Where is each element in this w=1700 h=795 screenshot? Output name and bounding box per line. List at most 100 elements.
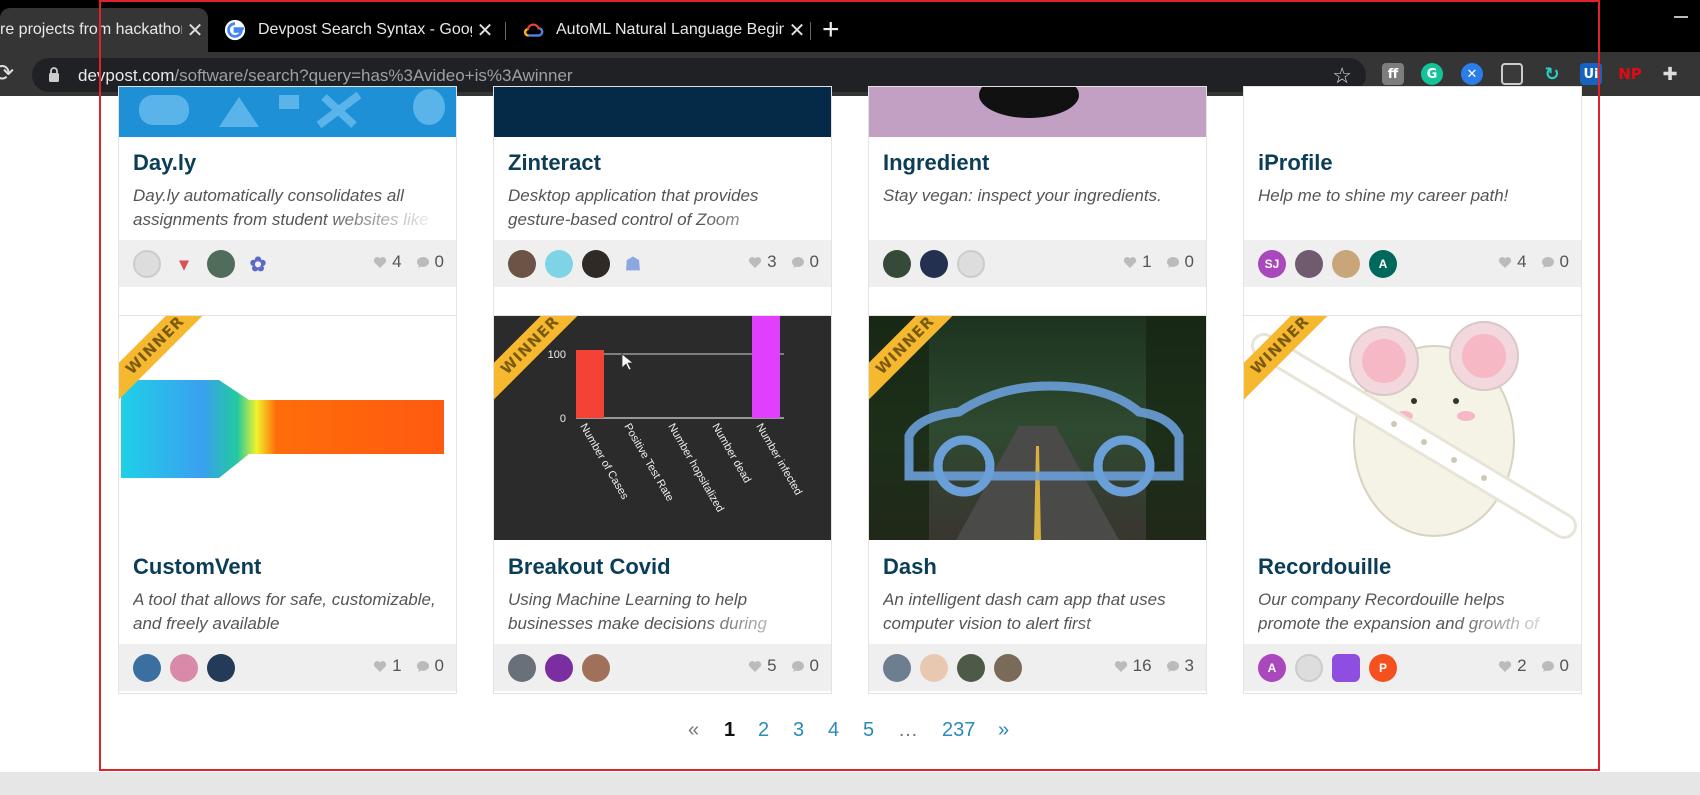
project-thumbnail[interactable]: [119, 87, 456, 137]
project-title[interactable]: iProfile: [1258, 150, 1333, 176]
avatar[interactable]: [582, 654, 610, 682]
airflow-simulation-image: [121, 380, 444, 478]
comment-icon: [791, 256, 804, 268]
close-icon[interactable]: ✕: [784, 18, 810, 43]
url-text[interactable]: devpost.com/software/search?query=has%3A…: [78, 66, 573, 86]
avatar[interactable]: [582, 250, 610, 278]
project-thumbnail[interactable]: [1244, 87, 1581, 137]
avatar[interactable]: [1295, 250, 1323, 278]
avatar[interactable]: [133, 250, 161, 278]
project-title[interactable]: Zinteract: [508, 150, 601, 176]
team-avatars: A P: [1258, 654, 1406, 682]
project-card[interactable]: WINNER Dash An intelligent dash cam app …: [868, 315, 1207, 694]
tab-automl[interactable]: AutoML Natural Language Beginner ✕: [510, 8, 810, 52]
page-link-2[interactable]: 2: [758, 719, 769, 742]
sync-icon[interactable]: ↻: [1541, 63, 1563, 85]
page-link-4[interactable]: 4: [828, 719, 839, 742]
netflix-party-icon[interactable]: NP: [1618, 63, 1642, 85]
minimize-icon[interactable]: [1674, 16, 1688, 18]
avatar[interactable]: [508, 250, 536, 278]
tab-google-doc[interactable]: Devpost Search Syntax - Google ✕: [212, 8, 498, 52]
card-stats: 1 0: [1109, 252, 1194, 272]
tab-devpost-search[interactable]: re projects from hackathon ✕: [0, 8, 208, 52]
project-thumbnail[interactable]: 100 0 Number of Cases Positive Test Rate…: [494, 316, 831, 540]
team-avatars: [133, 654, 244, 682]
project-card[interactable]: WINNER Recordouille Our company Recordou…: [1243, 315, 1582, 694]
comment-icon: [416, 256, 429, 268]
avatar[interactable]: [994, 654, 1022, 682]
likes-count: 3: [748, 252, 777, 272]
project-thumbnail[interactable]: [869, 316, 1206, 540]
project-tagline: An intelligent dash cam app that uses co…: [883, 588, 1193, 636]
avatar[interactable]: [1295, 654, 1323, 682]
avatar[interactable]: [170, 654, 198, 682]
google-cloud-icon: [523, 23, 544, 37]
mouse-recorder-illustration: [1251, 321, 1577, 539]
avatar[interactable]: ▾: [170, 250, 198, 278]
project-thumbnail[interactable]: [119, 316, 456, 540]
prev-page-link[interactable]: «: [688, 719, 699, 742]
avatar[interactable]: P: [1369, 654, 1397, 682]
comments-count: 3: [1166, 656, 1194, 676]
lock-icon: [49, 67, 59, 82]
project-thumbnail[interactable]: [869, 87, 1206, 137]
avatar[interactable]: [508, 654, 536, 682]
avatar[interactable]: A: [1369, 250, 1397, 278]
team-avatars: ▾ ✿: [133, 250, 281, 278]
avatar[interactable]: [920, 250, 948, 278]
avatar[interactable]: [883, 250, 911, 278]
avatar[interactable]: [957, 250, 985, 278]
google-icon: [224, 19, 246, 41]
avatar[interactable]: [207, 250, 235, 278]
page-link-1[interactable]: 1: [724, 719, 735, 742]
close-icon[interactable]: ✕: [472, 18, 498, 43]
avatar[interactable]: SJ: [1258, 250, 1286, 278]
project-title[interactable]: Day.ly: [133, 150, 196, 176]
card-footer: A P 2 0: [1244, 644, 1581, 691]
project-tagline: Day.ly automatically consolidates all as…: [133, 184, 443, 232]
avatar[interactable]: A: [1258, 654, 1286, 682]
project-title[interactable]: CustomVent: [133, 554, 261, 580]
next-page-link[interactable]: »: [998, 719, 1009, 742]
avatar[interactable]: [957, 654, 985, 682]
avatar[interactable]: [920, 654, 948, 682]
hackathon-ext-icon[interactable]: ff: [1382, 63, 1404, 85]
puzzle-icon[interactable]: ✚: [1659, 63, 1681, 85]
avatar[interactable]: [207, 654, 235, 682]
avatar[interactable]: [545, 654, 573, 682]
page-link-5[interactable]: 5: [863, 719, 874, 742]
project-title[interactable]: Recordouille: [1258, 554, 1391, 580]
avatar[interactable]: [133, 654, 161, 682]
card-footer: 1 0: [119, 644, 456, 691]
project-title[interactable]: Ingredient: [883, 150, 989, 176]
ui-ext-icon[interactable]: Ui: [1580, 63, 1602, 85]
heart-icon: [373, 256, 387, 268]
project-thumbnail[interactable]: [494, 87, 831, 137]
comment-icon: [1166, 256, 1179, 268]
project-title[interactable]: Dash: [883, 554, 937, 580]
page-link-last[interactable]: 237: [942, 719, 975, 742]
grammarly-icon[interactable]: G: [1421, 63, 1443, 85]
team-avatars: ☗: [508, 250, 656, 278]
wallet-icon[interactable]: [1501, 63, 1523, 85]
project-thumbnail[interactable]: [1244, 316, 1581, 540]
likes-count: 1: [373, 656, 402, 676]
x-extension-icon[interactable]: ✕: [1461, 63, 1483, 85]
close-icon[interactable]: ✕: [182, 18, 208, 43]
svg-text:Positive Test Rate: Positive Test Rate: [621, 422, 675, 504]
tab-divider: [505, 22, 506, 40]
page-content: Day.ly Day.ly automatically consolidates…: [0, 86, 1700, 772]
avatar[interactable]: [1332, 654, 1360, 682]
project-card[interactable]: 100 0 Number of Cases Positive Test Rate…: [493, 315, 832, 694]
project-title[interactable]: Breakout Covid: [508, 554, 671, 580]
reload-icon[interactable]: ⟳: [0, 62, 14, 86]
new-tab-button[interactable]: +: [822, 14, 840, 46]
avatar[interactable]: [1332, 250, 1360, 278]
avatar[interactable]: [545, 250, 573, 278]
comments-count: 0: [791, 252, 819, 272]
avatar[interactable]: [883, 654, 911, 682]
project-card[interactable]: WINNER CustomVent A tool that allows for…: [118, 315, 457, 694]
avatar[interactable]: ✿: [244, 250, 272, 278]
avatar[interactable]: ☗: [619, 250, 647, 278]
page-link-3[interactable]: 3: [793, 719, 804, 742]
